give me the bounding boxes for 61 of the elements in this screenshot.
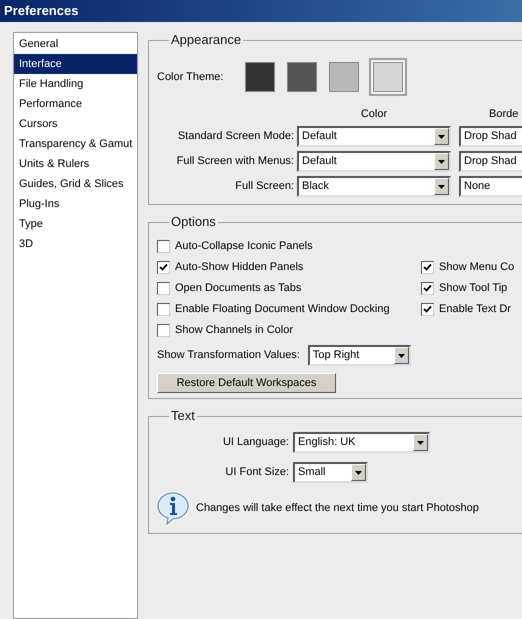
checkbox-label[interactable]: Enable Floating Document Window Docking bbox=[175, 301, 390, 318]
caret-icon[interactable] bbox=[413, 434, 428, 451]
caret-icon[interactable] bbox=[434, 178, 449, 195]
checkbox-label[interactable]: Show Tool Tip bbox=[439, 280, 508, 297]
sidebar-item[interactable]: Units & Rulers bbox=[14, 154, 137, 174]
field-label: Full Screen with Menus: bbox=[176, 154, 294, 170]
checkbox[interactable] bbox=[157, 282, 170, 295]
info-text: Changes will take effect the next time you start Photoshop bbox=[196, 500, 479, 516]
dropdown[interactable]: Black bbox=[297, 176, 451, 197]
checkbox-label[interactable]: Open Documents as Tabs bbox=[175, 280, 302, 297]
checkbox[interactable] bbox=[157, 261, 170, 274]
dropdown[interactable]: Default bbox=[297, 126, 451, 147]
field-label: UI Font Size: bbox=[224, 465, 289, 480]
sidebar-item[interactable]: Performance bbox=[14, 94, 137, 114]
field-label: Show Transformation Values: bbox=[157, 348, 300, 364]
info-icon bbox=[157, 491, 189, 525]
sidebar-item[interactable]: Cursors bbox=[14, 114, 137, 134]
checkbox-label[interactable]: Enable Text Dr bbox=[439, 301, 511, 318]
column-header: Borde bbox=[488, 107, 518, 122]
checkbox[interactable] bbox=[421, 282, 434, 295]
sidebar-item[interactable]: Plug-Ins bbox=[14, 194, 137, 214]
caret-icon[interactable] bbox=[434, 153, 449, 170]
theme-swatch[interactable] bbox=[245, 62, 275, 92]
field-label: UI Language: bbox=[222, 435, 289, 450]
dropdown[interactable]: English: UK bbox=[293, 432, 430, 453]
window-title: Preferences bbox=[4, 2, 78, 20]
dropdown[interactable]: Small bbox=[293, 462, 368, 483]
sidebar-item[interactable]: File Handling bbox=[14, 74, 137, 94]
dropdown[interactable]: Top Right bbox=[308, 345, 411, 366]
field-label: Full Screen: bbox=[234, 179, 294, 194]
column-header: Color bbox=[360, 107, 388, 122]
group-title: Options bbox=[169, 214, 218, 230]
dropdown[interactable]: None bbox=[459, 176, 522, 197]
sidebar-item[interactable]: Type bbox=[14, 214, 137, 234]
theme-swatch[interactable] bbox=[329, 62, 359, 92]
sidebar-item[interactable]: 3D bbox=[14, 234, 137, 254]
checkbox[interactable] bbox=[421, 261, 434, 274]
checkbox-label[interactable]: Auto-Collapse Iconic Panels bbox=[175, 238, 313, 255]
dropdown[interactable]: Default bbox=[297, 151, 451, 172]
field-label: Standard Screen Mode: bbox=[176, 129, 294, 144]
caret-icon[interactable] bbox=[434, 128, 449, 145]
caret-icon[interactable] bbox=[351, 464, 366, 481]
checkbox[interactable] bbox=[157, 303, 170, 316]
checkbox[interactable] bbox=[421, 303, 434, 316]
sidebar-item[interactable]: General bbox=[14, 34, 137, 54]
group-title: Appearance bbox=[169, 32, 244, 48]
checkbox[interactable] bbox=[157, 240, 170, 253]
sidebar-item[interactable]: Transparency & Gamut bbox=[14, 134, 137, 154]
checkbox-label[interactable]: Auto-Show Hidden Panels bbox=[175, 259, 304, 276]
dropdown[interactable]: Drop Shad bbox=[459, 126, 522, 147]
sidebar-item[interactable]: Guides, Grid & Slices bbox=[14, 174, 137, 194]
checkbox-label[interactable]: Show Menu Co bbox=[439, 259, 514, 276]
theme-swatch[interactable] bbox=[373, 62, 403, 92]
checkbox-label[interactable]: Show Channels in Color bbox=[175, 322, 294, 339]
restore-workspaces-button[interactable]: Restore Default Workspaces bbox=[157, 373, 336, 393]
theme-swatch[interactable] bbox=[287, 62, 317, 92]
field-label: Color Theme: bbox=[157, 70, 224, 85]
checkbox[interactable] bbox=[157, 324, 170, 337]
dropdown[interactable]: Drop Shad bbox=[459, 151, 522, 172]
caret-icon[interactable] bbox=[394, 347, 409, 364]
sidebar-item[interactable]: Interface bbox=[14, 54, 137, 74]
